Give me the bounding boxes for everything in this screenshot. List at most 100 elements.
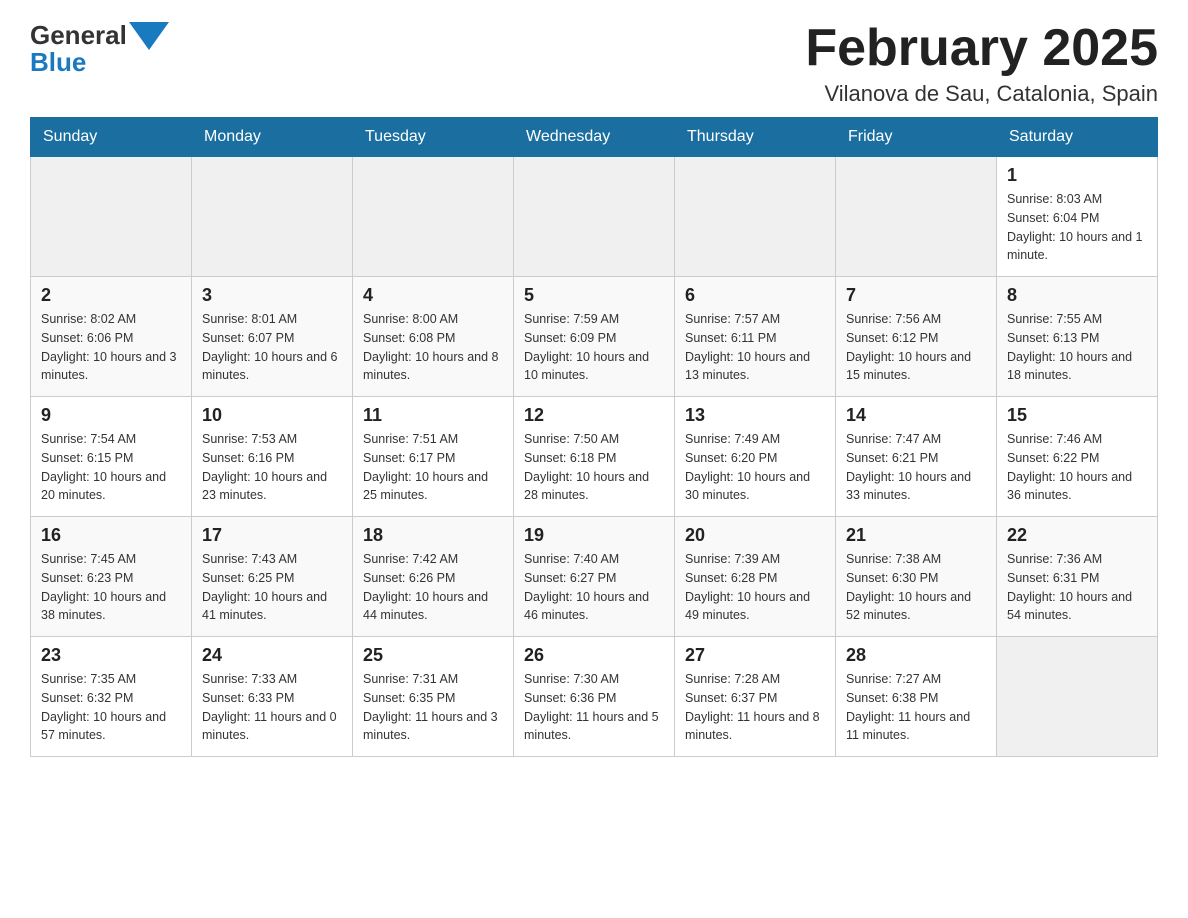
day-number: 25	[363, 645, 503, 666]
day-number: 8	[1007, 285, 1147, 306]
weekday-header-friday: Friday	[836, 118, 997, 157]
day-number: 5	[524, 285, 664, 306]
day-info: Sunrise: 7:38 AMSunset: 6:30 PMDaylight:…	[846, 550, 986, 625]
day-info: Sunrise: 7:30 AMSunset: 6:36 PMDaylight:…	[524, 670, 664, 745]
calendar-cell	[192, 157, 353, 277]
day-number: 1	[1007, 165, 1147, 186]
day-number: 27	[685, 645, 825, 666]
calendar-subtitle: Vilanova de Sau, Catalonia, Spain	[805, 81, 1158, 107]
calendar-cell: 21 Sunrise: 7:38 AMSunset: 6:30 PMDayligh…	[836, 517, 997, 637]
calendar-cell	[675, 157, 836, 277]
calendar-cell	[31, 157, 192, 277]
day-info: Sunrise: 8:02 AMSunset: 6:06 PMDaylight:…	[41, 310, 181, 385]
weekday-header-saturday: Saturday	[997, 118, 1158, 157]
day-info: Sunrise: 8:01 AMSunset: 6:07 PMDaylight:…	[202, 310, 342, 385]
week-row-1: 1 Sunrise: 8:03 AMSunset: 6:04 PMDaylight…	[31, 157, 1158, 277]
calendar-cell: 6 Sunrise: 7:57 AMSunset: 6:11 PMDaylight…	[675, 277, 836, 397]
day-info: Sunrise: 7:46 AMSunset: 6:22 PMDaylight:…	[1007, 430, 1147, 505]
day-number: 11	[363, 405, 503, 426]
calendar-cell	[997, 637, 1158, 757]
title-block: February 2025 Vilanova de Sau, Catalonia…	[805, 20, 1158, 107]
logo-arrow-icon	[129, 21, 169, 51]
day-info: Sunrise: 7:31 AMSunset: 6:35 PMDaylight:…	[363, 670, 503, 745]
calendar-cell: 4 Sunrise: 8:00 AMSunset: 6:08 PMDaylight…	[353, 277, 514, 397]
calendar-cell: 14 Sunrise: 7:47 AMSunset: 6:21 PMDayligh…	[836, 397, 997, 517]
day-number: 28	[846, 645, 986, 666]
weekday-header-monday: Monday	[192, 118, 353, 157]
calendar-cell: 1 Sunrise: 8:03 AMSunset: 6:04 PMDaylight…	[997, 157, 1158, 277]
day-number: 19	[524, 525, 664, 546]
day-info: Sunrise: 7:40 AMSunset: 6:27 PMDaylight:…	[524, 550, 664, 625]
day-number: 26	[524, 645, 664, 666]
weekday-header-sunday: Sunday	[31, 118, 192, 157]
calendar-cell: 2 Sunrise: 8:02 AMSunset: 6:06 PMDaylight…	[31, 277, 192, 397]
calendar-cell: 7 Sunrise: 7:56 AMSunset: 6:12 PMDaylight…	[836, 277, 997, 397]
day-info: Sunrise: 7:51 AMSunset: 6:17 PMDaylight:…	[363, 430, 503, 505]
day-number: 20	[685, 525, 825, 546]
day-number: 6	[685, 285, 825, 306]
logo-text-blue: Blue	[30, 47, 86, 78]
calendar-cell: 8 Sunrise: 7:55 AMSunset: 6:13 PMDaylight…	[997, 277, 1158, 397]
weekday-header-tuesday: Tuesday	[353, 118, 514, 157]
day-number: 16	[41, 525, 181, 546]
day-number: 14	[846, 405, 986, 426]
day-number: 21	[846, 525, 986, 546]
day-info: Sunrise: 7:47 AMSunset: 6:21 PMDaylight:…	[846, 430, 986, 505]
day-number: 4	[363, 285, 503, 306]
day-info: Sunrise: 7:55 AMSunset: 6:13 PMDaylight:…	[1007, 310, 1147, 385]
day-number: 2	[41, 285, 181, 306]
calendar-cell: 24 Sunrise: 7:33 AMSunset: 6:33 PMDayligh…	[192, 637, 353, 757]
day-info: Sunrise: 7:56 AMSunset: 6:12 PMDaylight:…	[846, 310, 986, 385]
logo: General Blue	[30, 20, 169, 78]
calendar-cell: 16 Sunrise: 7:45 AMSunset: 6:23 PMDayligh…	[31, 517, 192, 637]
calendar-cell: 13 Sunrise: 7:49 AMSunset: 6:20 PMDayligh…	[675, 397, 836, 517]
day-info: Sunrise: 7:54 AMSunset: 6:15 PMDaylight:…	[41, 430, 181, 505]
day-info: Sunrise: 7:50 AMSunset: 6:18 PMDaylight:…	[524, 430, 664, 505]
day-info: Sunrise: 8:03 AMSunset: 6:04 PMDaylight:…	[1007, 190, 1147, 265]
day-number: 3	[202, 285, 342, 306]
day-info: Sunrise: 7:53 AMSunset: 6:16 PMDaylight:…	[202, 430, 342, 505]
day-number: 12	[524, 405, 664, 426]
week-row-5: 23 Sunrise: 7:35 AMSunset: 6:32 PMDayligh…	[31, 637, 1158, 757]
weekday-header-wednesday: Wednesday	[514, 118, 675, 157]
day-info: Sunrise: 7:42 AMSunset: 6:26 PMDaylight:…	[363, 550, 503, 625]
calendar-cell: 25 Sunrise: 7:31 AMSunset: 6:35 PMDayligh…	[353, 637, 514, 757]
day-info: Sunrise: 7:28 AMSunset: 6:37 PMDaylight:…	[685, 670, 825, 745]
day-number: 13	[685, 405, 825, 426]
day-info: Sunrise: 8:00 AMSunset: 6:08 PMDaylight:…	[363, 310, 503, 385]
calendar-title: February 2025	[805, 20, 1158, 77]
day-info: Sunrise: 7:27 AMSunset: 6:38 PMDaylight:…	[846, 670, 986, 745]
calendar-cell: 15Sunrise: 7:46 AMSunset: 6:22 PMDayligh…	[997, 397, 1158, 517]
calendar-cell: 12 Sunrise: 7:50 AMSunset: 6:18 PMDayligh…	[514, 397, 675, 517]
day-info: Sunrise: 7:57 AMSunset: 6:11 PMDaylight:…	[685, 310, 825, 385]
day-number: 24	[202, 645, 342, 666]
calendar-cell: 27 Sunrise: 7:28 AMSunset: 6:37 PMDayligh…	[675, 637, 836, 757]
calendar-cell: 3 Sunrise: 8:01 AMSunset: 6:07 PMDaylight…	[192, 277, 353, 397]
day-number: 22	[1007, 525, 1147, 546]
day-info: Sunrise: 7:35 AMSunset: 6:32 PMDaylight:…	[41, 670, 181, 745]
calendar-cell: 10 Sunrise: 7:53 AMSunset: 6:16 PMDayligh…	[192, 397, 353, 517]
day-number: 18	[363, 525, 503, 546]
week-row-4: 16 Sunrise: 7:45 AMSunset: 6:23 PMDayligh…	[31, 517, 1158, 637]
calendar-cell: 17Sunrise: 7:43 AMSunset: 6:25 PMDayligh…	[192, 517, 353, 637]
day-number: 7	[846, 285, 986, 306]
day-info: Sunrise: 7:33 AMSunset: 6:33 PMDaylight:…	[202, 670, 342, 745]
day-info: Sunrise: 7:39 AMSunset: 6:28 PMDaylight:…	[685, 550, 825, 625]
calendar-body: 1 Sunrise: 8:03 AMSunset: 6:04 PMDaylight…	[31, 157, 1158, 757]
day-number: 10	[202, 405, 342, 426]
calendar-cell: 22 Sunrise: 7:36 AMSunset: 6:31 PMDayligh…	[997, 517, 1158, 637]
page-header: General Blue February 2025 Vilanova de S…	[30, 20, 1158, 107]
calendar-cell: 23 Sunrise: 7:35 AMSunset: 6:32 PMDayligh…	[31, 637, 192, 757]
day-info: Sunrise: 7:45 AMSunset: 6:23 PMDaylight:…	[41, 550, 181, 625]
calendar-cell: 26 Sunrise: 7:30 AMSunset: 6:36 PMDayligh…	[514, 637, 675, 757]
day-number: 23	[41, 645, 181, 666]
calendar-cell: 11 Sunrise: 7:51 AMSunset: 6:17 PMDayligh…	[353, 397, 514, 517]
day-info: Sunrise: 7:36 AMSunset: 6:31 PMDaylight:…	[1007, 550, 1147, 625]
day-info: Sunrise: 7:59 AMSunset: 6:09 PMDaylight:…	[524, 310, 664, 385]
week-row-3: 9Sunrise: 7:54 AMSunset: 6:15 PMDaylight…	[31, 397, 1158, 517]
calendar-cell: 18 Sunrise: 7:42 AMSunset: 6:26 PMDayligh…	[353, 517, 514, 637]
day-info: Sunrise: 7:43 AMSunset: 6:25 PMDaylight:…	[202, 550, 342, 625]
day-info: Sunrise: 7:49 AMSunset: 6:20 PMDaylight:…	[685, 430, 825, 505]
calendar-cell	[836, 157, 997, 277]
calendar-cell: 9Sunrise: 7:54 AMSunset: 6:15 PMDaylight…	[31, 397, 192, 517]
